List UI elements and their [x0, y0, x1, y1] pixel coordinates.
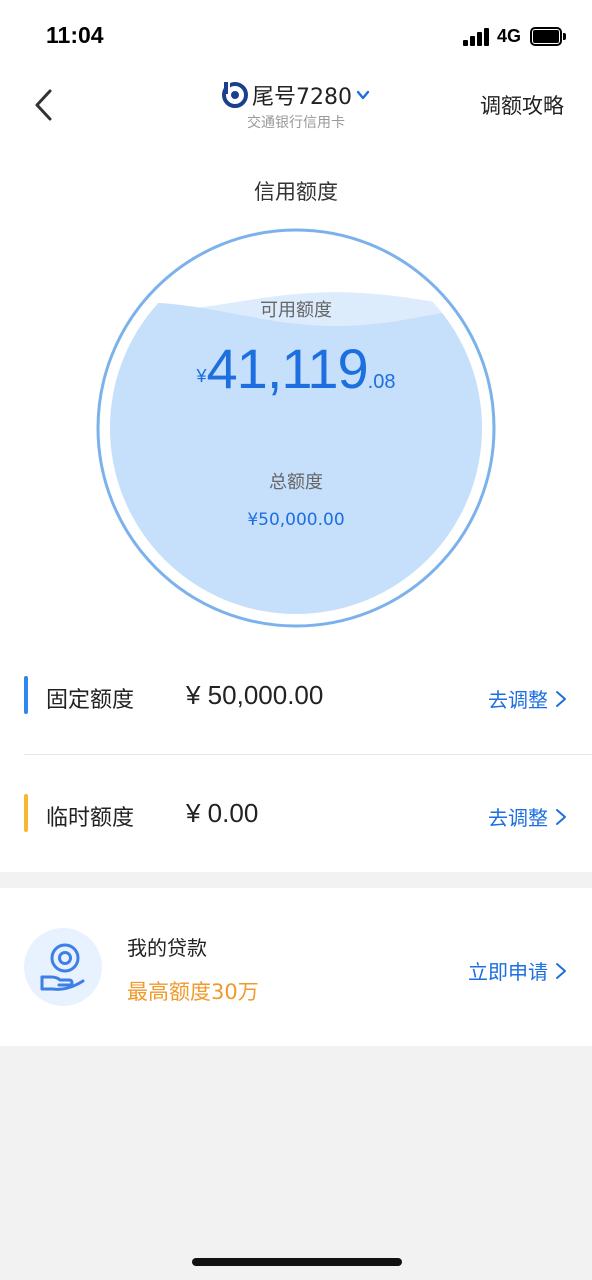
temporary-limit-label: 临时额度	[46, 806, 135, 831]
temporary-limit-indicator	[24, 794, 28, 832]
loan-card[interactable]: 我的贷款 最高额度30万 立即申请	[0, 888, 592, 1046]
network-label: 4G	[497, 26, 522, 46]
temporary-limit-adjust-label: 去调整	[488, 806, 548, 830]
temporary-limit-row: 临时额度 ¥ 0.00 去调整	[0, 754, 592, 872]
chevron-right-icon	[556, 808, 566, 825]
chevron-right-icon	[556, 690, 566, 707]
fixed-limit-adjust-label: 去调整	[488, 688, 548, 712]
apply-loan-button[interactable]: 立即申请	[468, 956, 568, 985]
total-amount: ¥50,000.00	[247, 510, 345, 530]
loan-subtitle: 最高额度30万	[127, 980, 259, 1004]
temporary-limit-value: ¥ 0.00	[186, 798, 259, 828]
status-bar: 11:04 4G	[0, 0, 592, 70]
total-label: 总额度	[269, 472, 323, 493]
fixed-limit-value: ¥ 50,000.00	[186, 680, 324, 710]
home-indicator[interactable]	[192, 1258, 402, 1266]
fixed-limit-adjust-button[interactable]: 去调整	[488, 684, 568, 713]
card-title: 尾号7280	[252, 85, 352, 110]
section-title: 信用额度	[254, 180, 338, 204]
back-icon[interactable]	[30, 88, 60, 122]
fixed-limit-row: 固定额度 ¥ 50,000.00 去调整	[0, 636, 592, 754]
credit-gauge: 可用额度 ¥41,119.08 总额度 ¥50,000.00	[96, 228, 496, 628]
coin-hand-icon	[24, 928, 102, 1006]
nav-bar: 尾号7280 交通银行信用卡 调额攻略	[0, 70, 592, 140]
loan-title: 我的贷款	[127, 936, 207, 960]
available-decimal: .08	[367, 371, 396, 393]
available-integer: 41,119	[206, 337, 369, 400]
bank-logo-icon	[222, 82, 248, 108]
fixed-limit-indicator	[24, 676, 28, 714]
temporary-limit-adjust-button[interactable]: 去调整	[488, 802, 568, 831]
signal-icon	[463, 28, 491, 46]
card-subtitle: 交通银行信用卡	[247, 115, 345, 131]
status-time: 11:04	[46, 22, 104, 48]
available-label: 可用额度	[260, 300, 332, 321]
adjust-guide-link[interactable]: 调额攻略	[480, 90, 564, 120]
chevron-down-icon	[356, 90, 370, 100]
gauge-graphic	[96, 228, 496, 628]
fixed-limit-label: 固定额度	[46, 688, 135, 713]
battery-icon	[530, 27, 566, 46]
card-selector[interactable]: 尾号7280 交通银行信用卡	[196, 80, 396, 140]
available-amount: ¥41,119.08	[96, 336, 496, 401]
available-currency: ¥	[196, 366, 207, 386]
chevron-right-icon	[556, 962, 566, 979]
apply-loan-label: 立即申请	[468, 960, 548, 984]
